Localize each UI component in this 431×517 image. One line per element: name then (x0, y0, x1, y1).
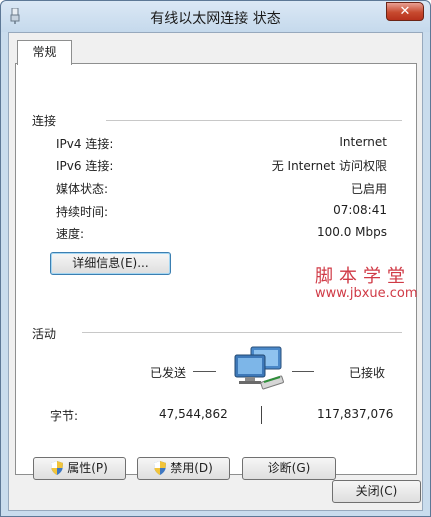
bytes-sent-value: 47,544,862 (159, 407, 228, 421)
details-button[interactable]: 详细信息(E)... (50, 252, 171, 275)
activity-section-label: 活动 (32, 327, 57, 341)
media-state-value: 已启用 (350, 182, 387, 196)
duration-value: 07:08:41 (333, 203, 387, 217)
general-panel: 连接 IPv4 连接: Internet IPv6 连接: 无 Internet… (15, 63, 418, 480)
disable-button[interactable]: 禁用(D) (137, 457, 230, 480)
received-connector (292, 371, 314, 372)
ipv6-label: IPv6 连接: (56, 159, 114, 173)
received-label: 已接收 (349, 366, 386, 380)
ipv4-label: IPv4 连接: (56, 137, 114, 151)
bytes-separator (261, 406, 262, 424)
speed-label: 速度: (56, 227, 85, 241)
watermark-url: www.jbxue.com (315, 286, 418, 301)
bytes-label: 字节: (50, 409, 79, 423)
connection-section-label: 连接 (32, 114, 57, 128)
bytes-received-value: 117,837,076 (317, 407, 394, 421)
close-button[interactable]: 关闭(C) (332, 480, 421, 503)
speed-value: 100.0 Mbps (316, 225, 387, 239)
sent-connector (193, 371, 216, 372)
properties-button[interactable]: 属性(P) (33, 457, 126, 480)
sent-label: 已发送 (150, 366, 187, 380)
ipv6-value: 无 Internet 访问权限 (271, 159, 387, 173)
uac-shield-icon (51, 461, 64, 475)
connection-divider (106, 120, 402, 121)
network-computers-icon (234, 346, 284, 390)
status-dialog: 有线以太网连接 状态 ✕ 常规 连接 IPv4 连接: Internet IPv… (0, 0, 431, 517)
duration-label: 持续时间: (56, 205, 109, 219)
disable-label: 禁用(D) (170, 461, 213, 475)
ipv4-value: Internet (339, 135, 387, 149)
uac-shield-icon (154, 461, 167, 475)
title-bar[interactable]: 有线以太网连接 状态 ✕ (1, 1, 430, 32)
diagnose-button[interactable]: 诊断(G) (242, 457, 336, 480)
dialog-body: 常规 连接 IPv4 连接: Internet IPv6 连接: 无 Inter… (8, 32, 423, 511)
tab-general[interactable]: 常规 (17, 40, 72, 65)
watermark-text: 脚本学堂 (315, 266, 411, 287)
window-close-button[interactable]: ✕ (386, 2, 424, 21)
properties-label: 属性(P) (67, 461, 108, 475)
media-state-label: 媒体状态: (56, 182, 109, 196)
activity-divider (82, 332, 402, 333)
window-title: 有线以太网连接 状态 (150, 11, 281, 27)
